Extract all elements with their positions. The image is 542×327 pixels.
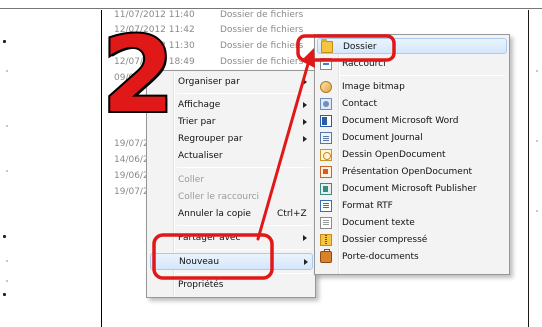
bitmap-image-icon (320, 81, 332, 93)
row-type: Dossier de fichiers (220, 57, 304, 67)
submenu-item-text[interactable]: Document texte (315, 215, 509, 231)
right-margin-marks (530, 10, 542, 327)
submenu-item-zip[interactable]: Dossier compressé (315, 232, 509, 248)
briefcase-icon (320, 249, 332, 263)
chevron-right-icon (303, 102, 307, 108)
menu-separator (177, 93, 311, 94)
margin-dot (3, 40, 6, 43)
chevron-right-icon (303, 79, 307, 85)
top-border (0, 0, 542, 9)
rtf-document-icon (320, 200, 332, 212)
menu-separator (177, 167, 311, 168)
submenu-item-drawing[interactable]: Dessin OpenDocument (315, 147, 509, 163)
submenu-item-word[interactable]: Document Microsoft Word (315, 113, 509, 129)
submenu-item-rtf[interactable]: Format RTF (315, 198, 509, 214)
publisher-document-icon (320, 183, 332, 195)
contact-card-icon (320, 98, 332, 110)
chevron-right-icon (303, 119, 307, 125)
shortcut-icon (320, 58, 332, 70)
submenu-item-folder[interactable]: Dossier (317, 38, 507, 54)
journal-document-icon (320, 132, 332, 144)
menu-separator (177, 249, 311, 250)
menu-separator (340, 75, 505, 76)
submenu-item-publisher[interactable]: Document Microsoft Publisher (315, 181, 509, 197)
screenshot-panel: 11/07/2012 11:40 Dossier de fichiers 12/… (101, 10, 527, 327)
submenu-item-presentation[interactable]: Présentation OpenDocument (315, 164, 509, 180)
submenu-item-shortcut[interactable]: Raccourci (315, 56, 509, 72)
word-document-icon (320, 115, 332, 127)
row-type: Dossier de fichiers (220, 10, 304, 20)
submenu-item-briefcase[interactable]: Porte-documents (315, 249, 509, 265)
menu-separator (177, 225, 311, 226)
menu-item-properties[interactable]: Propriétés (147, 277, 315, 294)
row-type: Dossier de fichiers (220, 25, 304, 35)
submenu-item-bitmap[interactable]: Image bitmap (315, 79, 509, 95)
chevron-right-icon (303, 235, 307, 241)
text-document-icon (320, 217, 332, 229)
margin-dot (3, 293, 6, 296)
left-margin-marks (0, 10, 12, 327)
submenu-item-journal[interactable]: Document Journal (315, 130, 509, 146)
chevron-right-icon (304, 259, 308, 265)
zip-folder-icon (320, 234, 332, 246)
submenu-item-contact[interactable]: Contact (315, 96, 509, 112)
step-number: 2 (102, 14, 176, 136)
drawing-document-icon (320, 149, 332, 161)
new-submenu: Dossier Raccourci Image bitmap Contact D… (314, 34, 510, 275)
menu-item-share[interactable]: Partager avec (147, 230, 315, 247)
presentation-document-icon (320, 166, 332, 178)
row-type: Dossier de fichiers (220, 41, 304, 51)
menu-item-new[interactable]: Nouveau (150, 253, 313, 270)
menu-item-refresh[interactable]: Actualiser (147, 148, 315, 165)
folder-icon (321, 39, 333, 53)
shortcut-label: Ctrl+Z (277, 209, 307, 219)
menu-item-undo-copy[interactable]: Annuler la copie Ctrl+Z (147, 206, 315, 223)
menu-item-paste-shortcut[interactable]: Coller le raccourci (147, 189, 315, 206)
margin-dot (3, 235, 6, 238)
divider-right (528, 10, 529, 327)
menu-item-paste[interactable]: Coller (147, 172, 315, 189)
menu-separator (177, 273, 311, 274)
chevron-right-icon (303, 136, 307, 142)
